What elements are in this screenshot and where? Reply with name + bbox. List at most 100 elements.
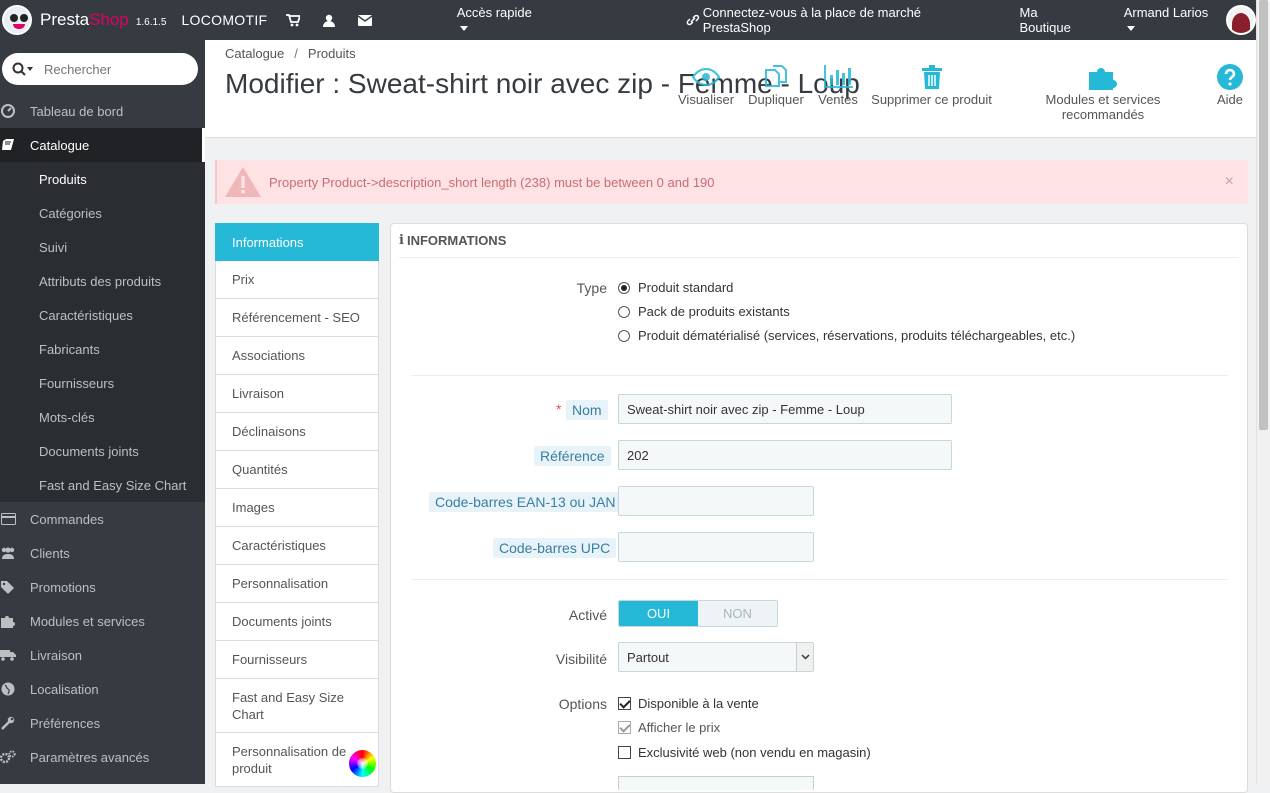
tab-seo[interactable]: Référencement - SEO bbox=[215, 299, 379, 337]
page-scrollbar[interactable] bbox=[1256, 0, 1270, 784]
tab-combinations[interactable]: Déclinaisons bbox=[215, 413, 379, 451]
tab-quantities[interactable]: Quantités bbox=[215, 451, 379, 489]
prestashop-logo[interactable]: Presta Shop 1.6.1.5 bbox=[0, 0, 166, 40]
tab-attachments[interactable]: Documents joints bbox=[215, 603, 379, 641]
search-input[interactable] bbox=[44, 61, 184, 77]
sidebar-item-localization[interactable]: Localisation bbox=[0, 672, 205, 706]
submenu-item-products[interactable]: Produits bbox=[0, 162, 205, 196]
warning-icon bbox=[217, 166, 269, 198]
sidebar-item-advanced-settings[interactable]: Paramètres avancés bbox=[0, 740, 205, 774]
submenu-item-attributes[interactable]: Attributs des produits bbox=[0, 264, 205, 298]
toggle-yes[interactable]: OUI bbox=[619, 601, 698, 626]
submenu-item-attachments[interactable]: Documents joints bbox=[0, 434, 205, 468]
submenu-item-size-chart[interactable]: Fast and Easy Size Chart bbox=[0, 468, 205, 502]
name-field[interactable]: Sweat-shirt noir avec zip - Femme - Loup bbox=[618, 394, 952, 424]
checkbox-label: Afficher le prix bbox=[638, 720, 721, 735]
view-product-button[interactable]: Visualiser bbox=[678, 62, 734, 118]
option-online-only[interactable]: Exclusivité web (non vendu en magasin) bbox=[618, 745, 871, 760]
sidebar: Tableau de bord Catalogue Produits Catég… bbox=[0, 40, 205, 784]
submenu-item-features[interactable]: Caractéristiques bbox=[0, 298, 205, 332]
checkbox[interactable] bbox=[618, 721, 631, 734]
sidebar-item-dashboard[interactable]: Tableau de bord bbox=[0, 94, 205, 128]
option-available-for-order[interactable]: Disponible à la vente bbox=[618, 696, 759, 711]
sidebar-item-orders[interactable]: Commandes bbox=[0, 502, 205, 536]
submenu-item-suppliers[interactable]: Fournisseurs bbox=[0, 366, 205, 400]
caret-down-icon bbox=[1126, 26, 1135, 32]
caret-down-icon bbox=[459, 26, 468, 32]
version-label: 1.6.1.5 bbox=[135, 16, 167, 28]
checkbox[interactable] bbox=[618, 746, 631, 759]
tab-customization[interactable]: Personnalisation bbox=[215, 565, 379, 603]
color-wheel-icon bbox=[347, 748, 378, 779]
envelope-icon[interactable] bbox=[355, 10, 375, 30]
marketplace-link[interactable]: Connectez-vous à la place de marché Pres… bbox=[686, 5, 990, 35]
globe-icon bbox=[0, 682, 30, 696]
sidebar-item-preferences[interactable]: Préférences bbox=[0, 706, 205, 740]
informations-panel: i INFORMATIONS Type Produit standard Pac… bbox=[390, 223, 1248, 793]
search-icon[interactable] bbox=[2, 62, 44, 76]
checkbox[interactable] bbox=[618, 697, 631, 710]
avatar[interactable] bbox=[1226, 5, 1256, 35]
tab-price[interactable]: Prix bbox=[215, 261, 379, 299]
credit-card-icon bbox=[0, 513, 30, 525]
submenu-item-tracking[interactable]: Suivi bbox=[0, 230, 205, 264]
submenu-item-tags[interactable]: Mots-clés bbox=[0, 400, 205, 434]
duplicate-button[interactable]: Dupliquer bbox=[746, 62, 806, 118]
visibility-select[interactable]: Partout bbox=[618, 642, 814, 672]
cart-icon[interactable] bbox=[283, 10, 303, 30]
toggle-no[interactable]: NON bbox=[698, 601, 777, 626]
condition-select[interactable] bbox=[618, 776, 814, 790]
sidebar-item-shipping[interactable]: Livraison bbox=[0, 638, 205, 672]
tab-suppliers[interactable]: Fournisseurs bbox=[215, 641, 379, 679]
ean-label: Code-barres EAN-13 ou JAN bbox=[429, 492, 622, 512]
type-option-standard[interactable]: Produit standard bbox=[618, 280, 733, 295]
submenu-item-categories[interactable]: Catégories bbox=[0, 196, 205, 230]
radio-button[interactable] bbox=[618, 305, 630, 318]
breadcrumb-item-catalogue[interactable]: Catalogue bbox=[225, 46, 284, 61]
upc-field[interactable] bbox=[618, 532, 814, 562]
type-option-pack[interactable]: Pack de produits existants bbox=[618, 304, 790, 319]
sales-label: Ventes bbox=[818, 92, 858, 107]
sidebar-item-label: Modules et services bbox=[30, 613, 145, 629]
ean-field[interactable] bbox=[618, 486, 814, 516]
option-show-price[interactable]: Afficher le prix bbox=[618, 720, 720, 735]
breadcrumb-item-products[interactable]: Produits bbox=[308, 46, 356, 61]
tab-size-chart[interactable]: Fast and Easy Size Chart bbox=[215, 679, 379, 733]
tab-features[interactable]: Caractéristiques bbox=[215, 527, 379, 565]
quick-access-dropdown[interactable]: Accès rapide bbox=[457, 5, 542, 35]
sidebar-item-label: Tableau de bord bbox=[30, 103, 124, 119]
sidebar-item-modules[interactable]: Modules et services bbox=[0, 604, 205, 638]
active-toggle[interactable]: OUI NON bbox=[618, 600, 778, 627]
sidebar-item-promotions[interactable]: Promotions bbox=[0, 570, 205, 604]
sidebar-item-label: Commandes bbox=[30, 511, 104, 527]
breadcrumb: Catalogue / Produits bbox=[225, 46, 356, 61]
sidebar-item-customers[interactable]: Clients bbox=[0, 536, 205, 570]
radio-button[interactable] bbox=[618, 329, 630, 342]
type-option-virtual[interactable]: Produit dématérialisé (services, réserva… bbox=[618, 328, 1075, 343]
close-icon[interactable]: × bbox=[1225, 173, 1234, 191]
radio-button[interactable] bbox=[618, 281, 630, 294]
tab-images[interactable]: Images bbox=[215, 489, 379, 527]
sidebar-item-label: Préférences bbox=[30, 715, 101, 731]
logo-text-presta: Presta bbox=[40, 10, 90, 29]
shop-name: LOCOMOTIF bbox=[181, 12, 268, 28]
user-icon[interactable] bbox=[319, 10, 339, 30]
submenu-item-manufacturers[interactable]: Fabricants bbox=[0, 332, 205, 366]
sales-button[interactable]: Ventes bbox=[817, 62, 859, 118]
puzzle-icon bbox=[0, 614, 30, 628]
sidebar-item-label: Clients bbox=[30, 545, 70, 561]
recommended-modules-button[interactable]: Modules et services recommandés bbox=[1004, 62, 1202, 122]
sidebar-item-catalogue[interactable]: Catalogue bbox=[0, 128, 205, 162]
tab-shipping[interactable]: Livraison bbox=[215, 375, 379, 413]
user-name: Armand Larios bbox=[1123, 5, 1209, 20]
delete-product-button[interactable]: Supprimer ce produit bbox=[870, 62, 993, 118]
my-shop-link[interactable]: Ma Boutique bbox=[1019, 5, 1091, 35]
help-button[interactable]: Aide bbox=[1213, 62, 1247, 118]
user-menu[interactable]: Armand Larios bbox=[1124, 5, 1219, 35]
tags-icon bbox=[0, 580, 30, 594]
tab-associations[interactable]: Associations bbox=[215, 337, 379, 375]
scrollbar-thumb[interactable] bbox=[1259, 0, 1268, 430]
tab-informations[interactable]: Informations bbox=[215, 223, 379, 261]
alert-message: Property Product->description_short leng… bbox=[269, 174, 715, 190]
reference-field[interactable]: 202 bbox=[618, 440, 952, 470]
